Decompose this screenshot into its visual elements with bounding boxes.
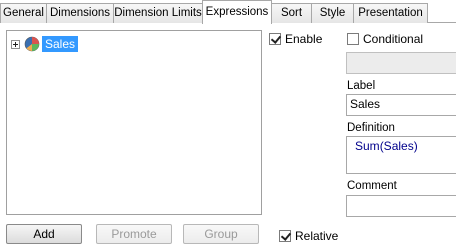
tab-general[interactable]: General	[0, 3, 47, 23]
relative-check-box[interactable]	[279, 230, 291, 242]
tree-item-label[interactable]: Sales	[42, 36, 79, 52]
conditional-label: Conditional	[363, 32, 424, 46]
label-value: Sales	[350, 97, 381, 111]
pie-chart-icon	[24, 36, 40, 52]
expand-plus-icon[interactable]	[11, 39, 20, 49]
tab-style[interactable]: Style	[311, 3, 354, 23]
definition-function: Sum	[355, 139, 380, 153]
relative-checkbox[interactable]: Relative	[279, 229, 338, 243]
tab-sort[interactable]: Sort	[271, 3, 312, 23]
tab-dimension-limits[interactable]: Dimension Limits	[113, 3, 203, 23]
conditional-field	[346, 52, 456, 74]
enable-checkbox[interactable]: Enable	[269, 32, 322, 46]
comment-input[interactable]	[346, 195, 456, 217]
tab-dimensions[interactable]: Dimensions	[46, 3, 114, 23]
definition-input[interactable]: Sum(Sales)	[346, 136, 456, 174]
conditional-check-box[interactable]	[347, 33, 359, 45]
enable-check-box[interactable]	[269, 33, 281, 45]
conditional-checkbox[interactable]: Conditional	[347, 32, 423, 46]
tab-strip: General Dimensions Dimension Limits Expr…	[0, 0, 456, 24]
label-input[interactable]: Sales	[346, 94, 456, 116]
relative-label: Relative	[295, 229, 339, 243]
tree-item-sales[interactable]: Sales	[11, 35, 79, 53]
tab-expressions[interactable]: Expressions	[202, 0, 272, 24]
definition-argument: (Sales)	[379, 139, 418, 153]
comment-caption: Comment	[347, 180, 397, 192]
label-caption: Label	[347, 80, 376, 92]
add-button[interactable]: Add	[6, 224, 82, 244]
promote-button[interactable]: Promote	[96, 224, 172, 244]
definition-caption: Definition	[347, 122, 395, 134]
tab-presentation[interactable]: Presentation	[353, 3, 428, 23]
expression-tree[interactable]: Sales	[6, 30, 262, 215]
enable-label: Enable	[285, 32, 323, 46]
group-button[interactable]: Group	[183, 224, 259, 244]
